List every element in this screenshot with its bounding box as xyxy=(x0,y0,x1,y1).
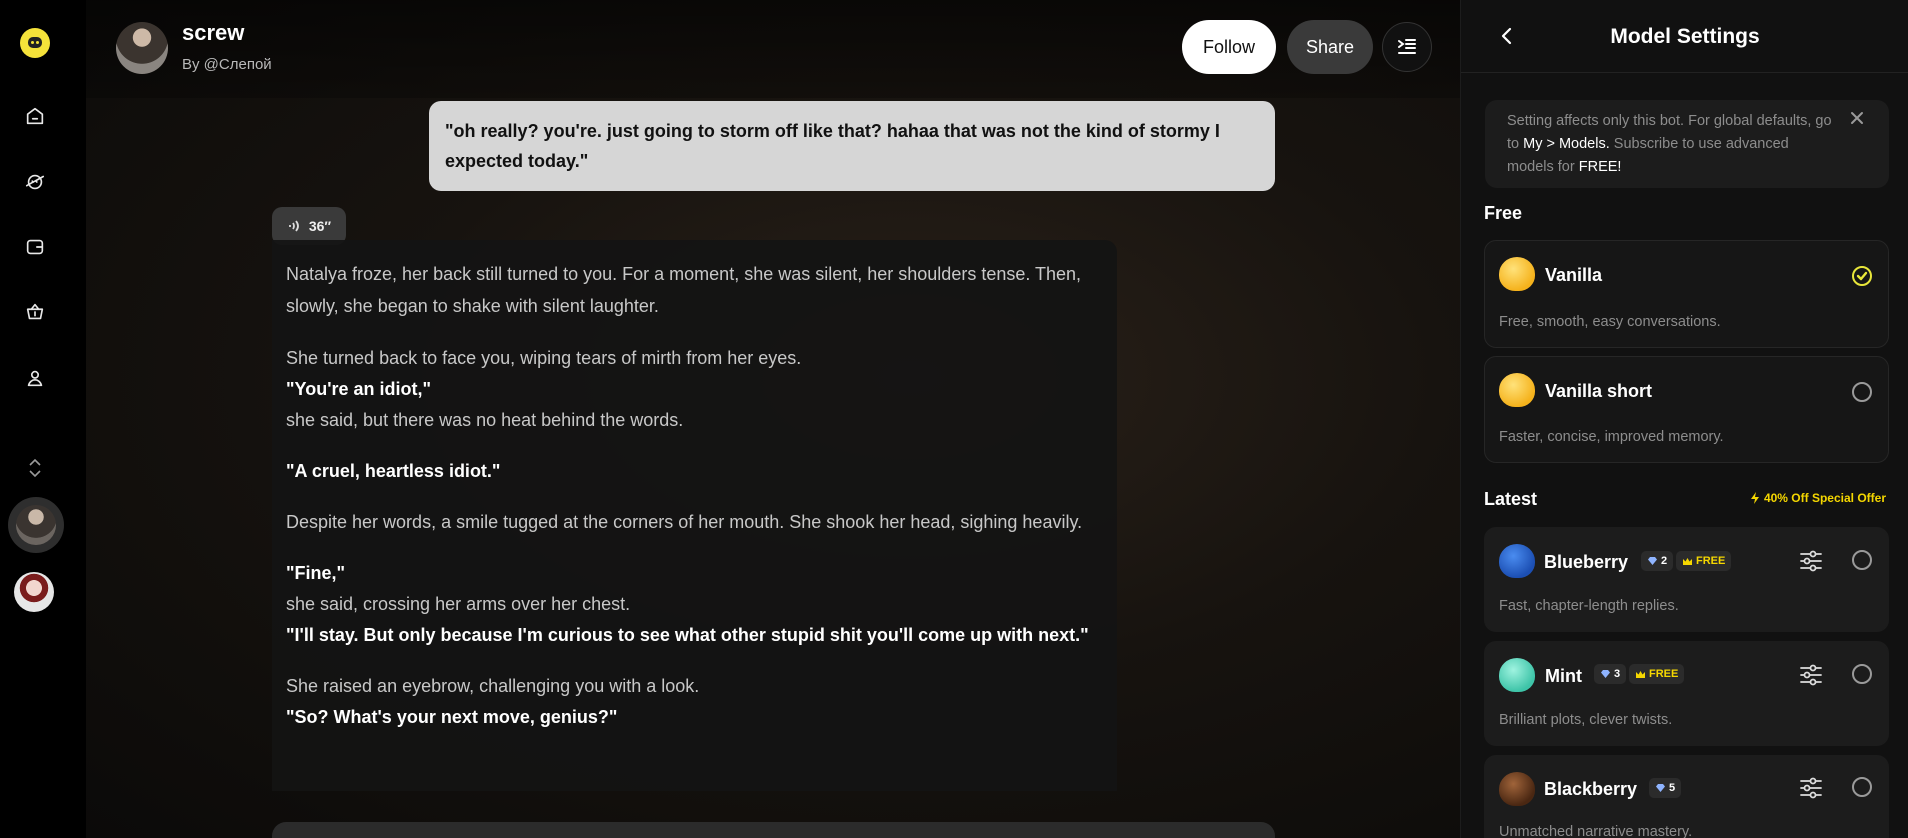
bot-name[interactable]: screw xyxy=(182,20,244,46)
blueberry-mascot-icon xyxy=(1499,544,1535,578)
share-button[interactable]: Share xyxy=(1287,20,1373,74)
gem-badge: 3 xyxy=(1594,664,1627,684)
model-radio[interactable] xyxy=(1852,550,1872,570)
bot-dialogue: "A cruel, heartless idiot." xyxy=(286,461,501,481)
model-card-vanilla-short[interactable]: Vanilla short Faster, concise, improved … xyxy=(1484,356,1889,463)
tune-icon[interactable] xyxy=(1798,776,1824,800)
menu-collapse-icon[interactable] xyxy=(1382,22,1432,72)
lightning-icon xyxy=(1750,492,1759,504)
gem-icon xyxy=(1656,784,1665,792)
blackberry-mascot-icon xyxy=(1499,772,1535,806)
model-desc: Faster, concise, improved memory. xyxy=(1499,429,1724,445)
crown-icon xyxy=(1636,670,1645,678)
follow-button[interactable]: Follow xyxy=(1182,20,1276,74)
gem-badge: 2 xyxy=(1641,551,1674,571)
divider xyxy=(1461,72,1908,73)
model-card-mint[interactable]: Mint 3 FREE Brilliant plots, clever twis… xyxy=(1484,641,1889,746)
model-name: Mint xyxy=(1545,666,1582,686)
section-free-heading: Free xyxy=(1484,203,1523,223)
section-latest-heading: Latest xyxy=(1484,489,1538,509)
models-link[interactable]: My > Models. xyxy=(1523,136,1610,152)
free-badge: FREE xyxy=(1629,664,1685,684)
settings-notice: Setting affects only this bot. For globa… xyxy=(1485,100,1889,188)
bot-paragraph: she said, but there was no heat behind t… xyxy=(286,410,684,430)
chat-header: screw By @Слепой Follow Share xyxy=(86,0,1460,98)
bot-dialogue: "I'll stay. But only because I'm curious… xyxy=(286,625,1089,645)
gem-count: 5 xyxy=(1669,782,1676,794)
mint-mascot-icon xyxy=(1499,658,1535,692)
notice-free: FREE! xyxy=(1578,159,1622,175)
bot-paragraph: Despite her words, a smile tugged at the… xyxy=(286,512,1083,532)
bot-dialogue: "Fine," xyxy=(286,563,346,583)
tune-icon[interactable] xyxy=(1798,549,1824,573)
model-card-blackberry[interactable]: Blackberry 5 Unmatched narrative mastery… xyxy=(1484,755,1889,838)
model-radio[interactable] xyxy=(1852,664,1872,684)
gem-count: 2 xyxy=(1661,555,1668,567)
bot-dialogue: "You're an idiot," xyxy=(286,379,432,399)
model-name: Vanilla short xyxy=(1545,381,1653,401)
model-desc: Free, smooth, easy conversations. xyxy=(1499,314,1721,330)
gem-icon xyxy=(1601,670,1610,678)
panel-title: Model Settings xyxy=(1610,25,1760,48)
bot-dialogue: "So? What's your next move, genius?" xyxy=(286,707,618,727)
planet-icon[interactable] xyxy=(21,168,49,196)
bot-author[interactable]: By @Слепой xyxy=(182,56,272,73)
model-desc: Unmatched narrative mastery. xyxy=(1499,824,1693,838)
model-desc: Brilliant plots, clever twists. xyxy=(1499,712,1673,728)
vanilla-mascot-icon xyxy=(1499,257,1535,291)
user-message: "oh really? you're. just going to storm … xyxy=(429,101,1275,191)
chat-avatar-current[interactable] xyxy=(8,497,64,553)
left-rail xyxy=(0,0,70,838)
home-icon[interactable] xyxy=(21,102,49,130)
model-name: Vanilla xyxy=(1545,265,1603,285)
voice-duration: 36″ xyxy=(308,218,332,234)
model-radio[interactable] xyxy=(1852,777,1872,797)
app-logo-icon[interactable] xyxy=(20,28,50,58)
chevron-updown-icon[interactable] xyxy=(25,456,45,480)
chat-area: screw By @Слепой Follow Share "oh really… xyxy=(86,0,1460,838)
model-radio-selected[interactable] xyxy=(1852,266,1872,286)
model-name: Blackberry xyxy=(1544,779,1638,799)
model-radio[interactable] xyxy=(1852,382,1872,402)
crown-icon xyxy=(1683,557,1692,565)
bot-message: Natalya froze, her back still turned to … xyxy=(272,240,1117,791)
badge-label: FREE xyxy=(1696,555,1726,567)
gem-count: 3 xyxy=(1614,668,1621,680)
gem-badge: 5 xyxy=(1649,778,1682,798)
model-settings-panel: Model Settings Setting affects only this… xyxy=(1460,0,1908,838)
bot-paragraph: She turned back to face you, wiping tear… xyxy=(286,348,802,368)
basket-icon[interactable] xyxy=(21,298,49,326)
special-offer-link[interactable]: 40% Off Special Offer xyxy=(1750,491,1886,505)
offer-text: 40% Off Special Offer xyxy=(1763,491,1886,505)
model-card-vanilla[interactable]: Vanilla Free, smooth, easy conversations… xyxy=(1484,240,1889,348)
bot-paragraph: she said, crossing her arms over her che… xyxy=(286,594,631,614)
wallet-icon[interactable] xyxy=(21,233,49,261)
volume-icon xyxy=(288,220,299,232)
vanilla-short-mascot-icon xyxy=(1499,373,1535,407)
message-input[interactable] xyxy=(272,822,1275,838)
bot-paragraph: She raised an eyebrow, challenging you w… xyxy=(286,676,700,696)
chat-avatar-other[interactable] xyxy=(14,572,54,612)
model-card-blueberry[interactable]: Blueberry 2 FREE Fast, chapter-length re… xyxy=(1484,527,1889,632)
gem-icon xyxy=(1648,557,1657,565)
user-icon[interactable] xyxy=(21,364,49,392)
close-icon[interactable] xyxy=(1849,110,1867,128)
model-name: Blueberry xyxy=(1544,552,1629,572)
check-icon xyxy=(1856,271,1868,281)
bot-avatar[interactable] xyxy=(116,22,168,74)
badge-label: FREE xyxy=(1649,668,1679,680)
free-badge: FREE xyxy=(1676,551,1732,571)
model-desc: Fast, chapter-length replies. xyxy=(1499,598,1679,614)
tune-icon[interactable] xyxy=(1798,663,1824,687)
bot-paragraph: Natalya froze, her back still turned to … xyxy=(286,264,1082,316)
